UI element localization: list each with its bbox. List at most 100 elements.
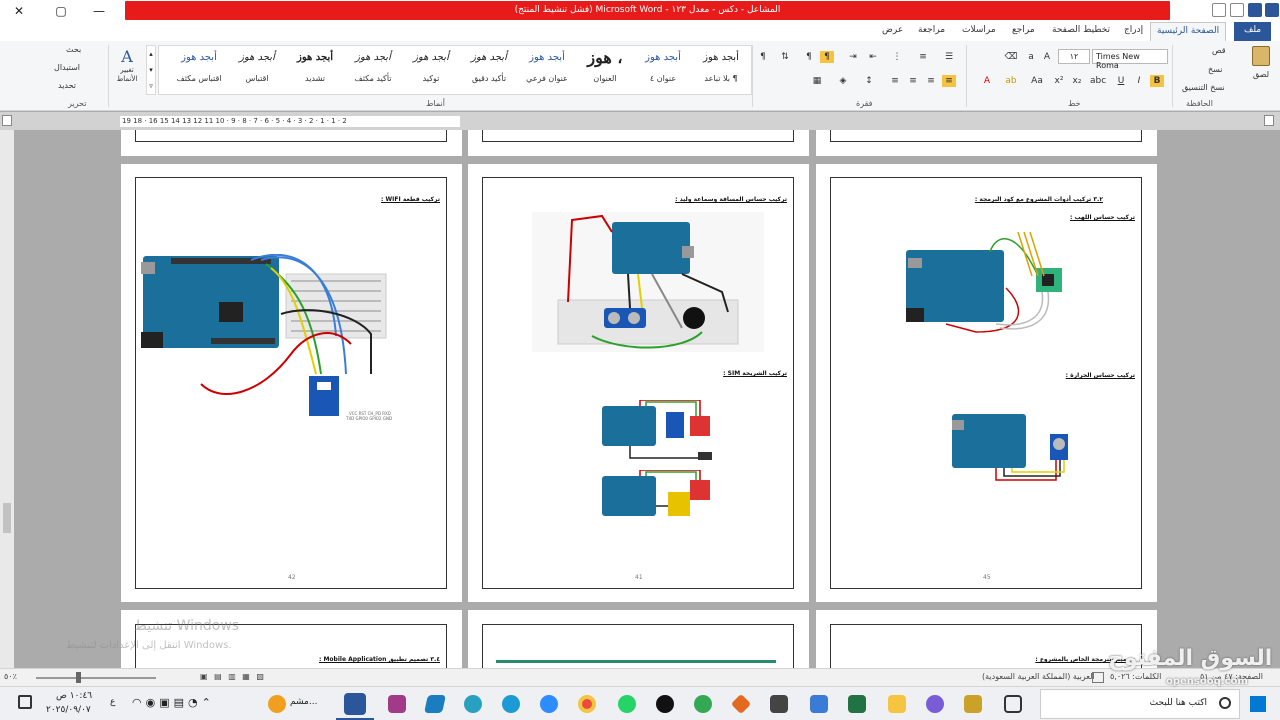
clock-time[interactable]: ١٠:٤٦ ص <box>56 691 92 701</box>
scrollbar-thumb[interactable] <box>3 503 11 533</box>
style-gallery-item[interactable]: أبجد هوز عنوان فرعي <box>518 46 576 91</box>
tray-icons[interactable]: ◠◉▣▤◔⌃ <box>132 696 215 709</box>
sim-module-diagram-1 <box>602 400 712 460</box>
zoom-level[interactable]: ٥٠٪ <box>4 672 17 681</box>
zoom-icon[interactable] <box>540 695 558 713</box>
style-gallery-item[interactable]: أبجد هوز تأكيد دقيق <box>460 46 518 91</box>
access-icon[interactable] <box>424 695 446 713</box>
tab-mailings[interactable]: مراسلات <box>962 25 996 35</box>
flame-sensor-diagram <box>906 231 1062 333</box>
zoom-slider[interactable] <box>36 677 156 679</box>
style-name: العنوان <box>593 74 617 83</box>
tab-selector-icon[interactable] <box>2 115 12 126</box>
title-bar: ✕ ▢ — المشاعل - دكس - معدل ١٢٣ - Microso… <box>0 0 1280 22</box>
style-gallery-item[interactable]: أبجد هوز عنوان ٤ <box>634 46 692 91</box>
page-42: تركيب قطعة WIFI : VCC RST CH_PD RXD TXD … <box>121 164 462 602</box>
mobile-app-heading: ٣.٤ تصميم تطبيق Mobile Application : <box>318 656 440 663</box>
minimize-button[interactable]: — <box>84 2 114 20</box>
tab-review[interactable]: مراجعة <box>918 25 945 35</box>
app-icon[interactable] <box>268 695 286 713</box>
page-bottom-right: تصميم البرمجة الخاص بالمشروع : <box>816 610 1157 668</box>
style-gallery-item[interactable]: أبجد هوز ¶ بلا تباعد <box>692 46 750 91</box>
zoom-slider-thumb[interactable] <box>76 672 81 683</box>
flame-sensor-heading: تركيب حساس اللهب : <box>1070 214 1135 221</box>
photos-icon[interactable] <box>964 695 982 713</box>
tab-page-layout[interactable]: تخطيط الصفحة <box>1052 25 1110 35</box>
app-screenshot <box>496 660 776 668</box>
window-title: المشاعل - دكس - معدل ١٢٣ - Microsoft Wor… <box>514 5 781 15</box>
whatsapp-icon[interactable] <box>618 695 636 713</box>
wifi-circuit-diagram <box>141 254 387 416</box>
site-logo-en: opensooq.com <box>1166 676 1248 687</box>
word-logo-icon <box>1265 3 1279 17</box>
style-preview: أبجد هوز <box>239 52 275 63</box>
save-icon[interactable] <box>1248 3 1262 17</box>
distance-sensor-heading: تركيب حساس المسافة وسماعة وليد : <box>675 196 787 203</box>
whatsapp-business-icon[interactable] <box>694 695 712 713</box>
word-count[interactable]: الكلمات: ٥,٠٢٦ <box>1110 672 1161 681</box>
style-preview: أبجد هوز <box>529 52 565 63</box>
esp-pin-labels-2: TXD GPIO0 GPIO2 GND <box>346 416 393 421</box>
media-icon[interactable] <box>770 695 788 713</box>
eye-icon[interactable] <box>464 695 482 713</box>
style-preview: أبجد هوز <box>413 52 449 63</box>
chrome-icon[interactable] <box>578 695 596 713</box>
file-explorer-icon[interactable] <box>888 695 906 713</box>
tab-insert[interactable]: إدراج <box>1124 25 1143 35</box>
excel-icon[interactable] <box>848 695 866 713</box>
taskbar-search-box[interactable]: اكتب هنا للبحث <box>1040 689 1240 719</box>
app-label[interactable]: مشم... <box>290 697 317 707</box>
close-button[interactable]: ✕ <box>4 2 34 20</box>
style-gallery-item[interactable]: أبجد هوز اقتباس مكثف <box>170 46 228 91</box>
start-button[interactable] <box>1250 696 1266 712</box>
temperature-sensor-heading: تركيب حساس الحرارة : <box>1065 372 1135 379</box>
mail-icon[interactable] <box>810 695 828 713</box>
edge-icon[interactable] <box>502 695 520 713</box>
style-name: عنوان ٤ <box>649 74 677 83</box>
style-preview: أبجد هوز <box>703 52 739 63</box>
input-language[interactable]: ع <box>110 697 115 707</box>
style-gallery-item[interactable]: أبجد هوز تأكيد مكثف <box>344 46 402 91</box>
style-gallery-item[interactable]: أبجد هوز توكيد <box>402 46 460 91</box>
clock-date[interactable]: ٢٠٢٥/٠٩/٠٧ <box>46 705 91 715</box>
style-preview: أبجد هوز <box>645 52 681 63</box>
document-area: تركيب قطعة WIFI : VCC RST CH_PD RXD TXD … <box>14 130 1266 668</box>
tab-file[interactable]: ملف <box>1234 22 1272 41</box>
components-heading: ٣.٢ تركيب أدوات المشروع مع كود البرمجة : <box>974 196 1103 203</box>
activation-title: تنشيط Windows <box>134 618 240 634</box>
language-status[interactable]: العربية (المملكة العربية السعودية) <box>982 672 1095 681</box>
activation-subtitle: انتقل إلى الإعدادات لتنشيط Windows. <box>66 640 232 651</box>
search-icon <box>1219 697 1231 709</box>
ruler-toggle-icon[interactable] <box>1264 115 1274 126</box>
task-view-icon[interactable] <box>1004 695 1022 713</box>
style-preview: هوز ، <box>587 48 623 67</box>
undo-icon[interactable] <box>1230 3 1244 17</box>
winrar-icon[interactable] <box>388 695 406 713</box>
tiktok-icon[interactable] <box>656 695 674 713</box>
maximize-button[interactable]: ▢ <box>46 2 76 20</box>
page-number: 42 <box>288 574 296 581</box>
style-name: تأكيد دقيق <box>471 74 507 83</box>
notification-icon[interactable] <box>18 695 32 709</box>
page-frame <box>135 130 447 142</box>
copilot-icon[interactable] <box>926 695 944 713</box>
tab-references[interactable]: مراجع <box>1012 25 1035 35</box>
page-41: تركيب حساس المسافة وسماعة وليد : تركيب ا… <box>468 164 809 602</box>
style-gallery-item[interactable]: هوز ، العنوان <box>576 46 634 91</box>
horizontal-ruler[interactable]: 19 18 · 16 15 14 13 12 11 10 · 9 · 8 · 7… <box>120 116 460 127</box>
tab-home[interactable]: الصفحة الرئيسية <box>1150 22 1227 41</box>
style-name: عنوان فرعي <box>526 74 568 83</box>
page-number: 45 <box>983 574 991 581</box>
vertical-scrollbar[interactable] <box>0 130 14 668</box>
page-bottom-middle <box>468 610 809 668</box>
style-preview: أبجد هوز <box>181 52 217 63</box>
style-gallery-item[interactable]: أبجد هوز اقتباس <box>228 46 286 91</box>
tab-view[interactable]: عرض <box>882 25 903 35</box>
style-preview: أبجد هوز <box>296 52 333 63</box>
redo-icon[interactable] <box>1212 3 1226 17</box>
style-name: تأكيد مكثف <box>354 74 392 83</box>
matlab-icon[interactable] <box>730 693 752 715</box>
style-gallery-item[interactable]: أبجد هوز تشديد <box>286 46 344 91</box>
view-buttons[interactable]: ▣ ▤ ▥ ▦ ▧ <box>200 672 266 681</box>
word-taskbar-icon[interactable] <box>344 693 366 715</box>
